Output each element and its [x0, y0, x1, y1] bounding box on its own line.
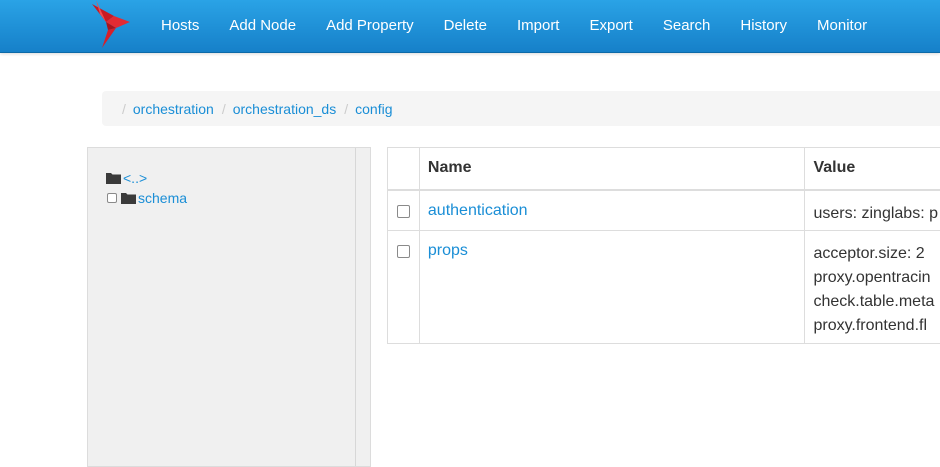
table-row: authentication users: zinglabs: p [388, 190, 940, 231]
nav-search[interactable]: Search [648, 0, 726, 52]
header-checkbox-cell [388, 148, 420, 190]
row-checkbox-cell [388, 190, 420, 231]
row-name-link[interactable]: props [428, 231, 797, 260]
breadcrumb-separator: / [122, 101, 126, 117]
breadcrumb: / orchestration / orchestration_ds / con… [102, 91, 940, 126]
tree-item-checkbox[interactable] [107, 193, 117, 203]
nav-history[interactable]: History [725, 0, 802, 52]
breadcrumb-item-orchestration[interactable]: orchestration [133, 101, 214, 117]
folder-icon [106, 172, 121, 184]
nav-delete[interactable]: Delete [429, 0, 502, 52]
nav-import[interactable]: Import [502, 0, 575, 52]
row-value-line: users: zinglabs: p [813, 202, 938, 226]
row-checkbox[interactable] [397, 245, 410, 258]
row-value-line: check.table.meta [813, 290, 938, 314]
row-value-line: acceptor.size: 2 [813, 242, 938, 266]
row-name-cell: authentication [419, 190, 805, 231]
row-name-cell: props [419, 231, 805, 344]
nav-hosts[interactable]: Hosts [146, 0, 214, 52]
header-name[interactable]: Name [419, 148, 805, 190]
nav-export[interactable]: Export [574, 0, 647, 52]
row-value-cell: users: zinglabs: p [805, 190, 940, 231]
tree-item-schema[interactable]: schema [107, 190, 187, 206]
properties-table: Name Value authentication users: zinglab… [387, 147, 940, 344]
brand-logo-icon[interactable] [84, 0, 136, 50]
breadcrumb-separator: / [344, 101, 348, 117]
tree-parent-row[interactable]: <..> [106, 170, 147, 186]
nav-add-property[interactable]: Add Property [311, 0, 429, 52]
row-name-link[interactable]: authentication [428, 191, 797, 220]
top-navbar: Hosts Add Node Add Property Delete Impor… [0, 0, 940, 53]
nav-monitor[interactable]: Monitor [802, 0, 882, 52]
table-row: props acceptor.size: 2 proxy.opentracin … [388, 231, 940, 344]
row-checkbox-cell [388, 231, 420, 344]
table-header-row: Name Value [388, 148, 940, 190]
tree-item-label[interactable]: schema [138, 190, 187, 206]
breadcrumb-item-config[interactable]: config [355, 101, 392, 117]
row-value-line: proxy.opentracin [813, 266, 938, 290]
nav-add-node[interactable]: Add Node [214, 0, 311, 52]
row-checkbox[interactable] [397, 205, 410, 218]
breadcrumb-separator: / [222, 101, 226, 117]
row-value-cell: acceptor.size: 2 proxy.opentracin check.… [805, 231, 940, 344]
tree-panel: <..> schema [87, 147, 371, 467]
folder-icon [121, 192, 136, 204]
header-value[interactable]: Value [805, 148, 940, 190]
row-value-line: proxy.frontend.fl [813, 314, 938, 338]
breadcrumb-item-orchestration-ds[interactable]: orchestration_ds [233, 101, 337, 117]
tree-panel-divider [355, 148, 356, 466]
tree-parent-link[interactable]: <..> [123, 170, 147, 186]
